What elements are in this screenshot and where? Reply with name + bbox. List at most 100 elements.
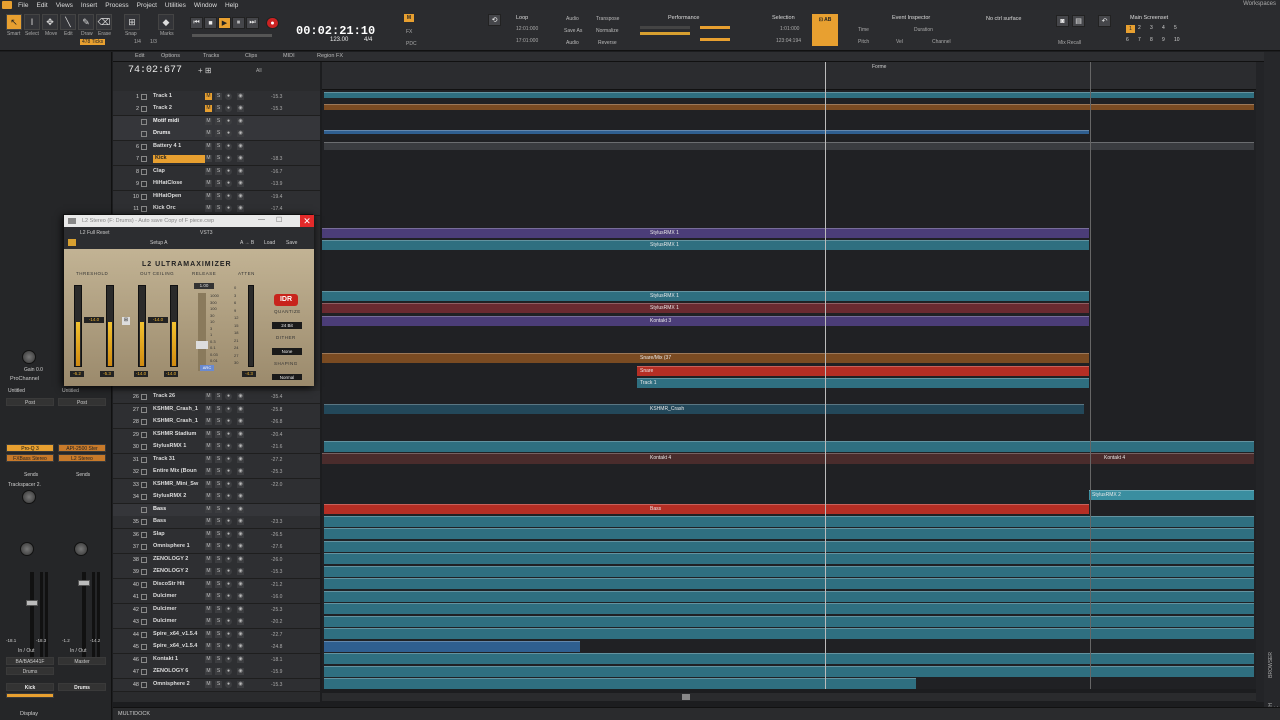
record-arm-button[interactable]: ● xyxy=(225,543,232,550)
screenset-9[interactable]: 9 xyxy=(1162,37,1165,43)
control-surface-dropdown[interactable]: No ctrl surface xyxy=(986,16,1021,22)
release-slider-track[interactable] xyxy=(198,293,206,371)
add-track-icon[interactable]: + ⊞ xyxy=(198,66,218,75)
solo-button[interactable]: S xyxy=(215,656,222,663)
fx-label[interactable]: FX xyxy=(406,29,412,35)
edit-tool-icon[interactable]: ╲ xyxy=(60,14,76,30)
ticks-badge[interactable]: 478 Ticks xyxy=(80,39,106,45)
input-echo-button[interactable]: ◉ xyxy=(237,593,244,600)
input-echo-button[interactable]: ◉ xyxy=(237,155,244,162)
tv-menu-region-fx[interactable]: Region FX xyxy=(317,53,343,59)
track-volume[interactable]: -26.8 xyxy=(271,419,282,425)
save-button[interactable]: Save xyxy=(286,240,297,246)
clip-omnisphere-2[interactable] xyxy=(324,678,916,689)
track-row[interactable]: Bass M S ● ◉ xyxy=(113,504,320,517)
mute-button[interactable]: M xyxy=(205,443,212,450)
midi-monitor-button[interactable]: M xyxy=(404,14,414,22)
menu-utilities[interactable]: Utilities xyxy=(161,2,190,9)
track-name[interactable]: ZENOLOGY 2 xyxy=(153,556,205,564)
track-volume[interactable]: -15.3 xyxy=(271,94,282,100)
input-select[interactable]: BA/BA5441F xyxy=(6,657,54,665)
normalize-button[interactable]: Normalize xyxy=(596,28,619,34)
solo-button[interactable]: S xyxy=(215,618,222,625)
mute-button[interactable]: M xyxy=(205,456,212,463)
track-name[interactable]: Dulcimer xyxy=(153,618,205,626)
screenset-4[interactable]: 4 xyxy=(1162,25,1165,31)
record-arm-button[interactable]: ● xyxy=(225,668,232,675)
pan-knob-1[interactable] xyxy=(20,542,34,556)
solo-button[interactable]: S xyxy=(215,443,222,450)
record-arm-button[interactable]: ● xyxy=(225,180,232,187)
workspaces-dropdown[interactable]: Workspaces xyxy=(1243,1,1276,7)
track-name[interactable]: ZENOLOGY 6 xyxy=(153,668,205,676)
track-name[interactable]: StylusRMX 1 xyxy=(153,443,205,451)
input-echo-button[interactable]: ◉ xyxy=(237,606,244,613)
clip-stylus-3[interactable]: StylusRMX 1 xyxy=(322,291,1089,301)
horizontal-scrollbar[interactable] xyxy=(322,693,1256,701)
clip-track-1b[interactable]: Track 1 xyxy=(637,378,1089,388)
solo-button[interactable]: S xyxy=(215,418,222,425)
clip-omnisphere-1[interactable] xyxy=(324,541,1254,552)
track-row[interactable]: 31 Track 31 M S ● ◉ -27.2 xyxy=(113,454,320,467)
solo-button[interactable]: S xyxy=(215,606,222,613)
fx-api-2500[interactable]: API-2500 Ster xyxy=(58,444,106,452)
record-arm-button[interactable]: ● xyxy=(225,443,232,450)
move-tool-icon[interactable]: ✥ xyxy=(42,14,58,30)
input-echo-button[interactable]: ◉ xyxy=(237,431,244,438)
input-echo-button[interactable]: ◉ xyxy=(237,168,244,175)
tv-menu-midi[interactable]: MIDI xyxy=(283,53,295,59)
track-volume[interactable]: -19.4 xyxy=(271,194,282,200)
fader-1[interactable] xyxy=(26,600,38,606)
track-volume[interactable]: -15.9 xyxy=(271,669,282,675)
track-volume[interactable]: -15.3 xyxy=(271,106,282,112)
track-volume[interactable]: -18.1 xyxy=(271,657,282,663)
erase-tool-icon[interactable]: ⌫ xyxy=(96,14,112,30)
smart-tool-icon[interactable]: ↖ xyxy=(6,14,22,30)
track-name[interactable]: Slap xyxy=(153,531,205,539)
solo-button[interactable]: S xyxy=(215,406,222,413)
solo-button[interactable]: S xyxy=(215,543,222,550)
clip-stylusrmx-1[interactable] xyxy=(324,441,1254,452)
track-row[interactable]: 41 Dulcimer M S ● ◉ -16.0 xyxy=(113,591,320,604)
input-echo-button[interactable]: ◉ xyxy=(237,556,244,563)
mix-recall-dropdown[interactable]: Mix Recall xyxy=(1058,40,1081,46)
mute-button[interactable]: M xyxy=(205,668,212,675)
output-drums[interactable]: Drums xyxy=(6,667,54,675)
track-row[interactable]: 27 KSHMR_Crash_1 M S ● ◉ -25.8 xyxy=(113,404,320,417)
pdc-label[interactable]: PDC xyxy=(406,41,417,47)
track-row[interactable]: 35 Bass M S ● ◉ -23.3 xyxy=(113,516,320,529)
send-level-knob[interactable] xyxy=(22,490,36,504)
solo-button[interactable]: S xyxy=(215,130,222,137)
minimize-icon[interactable]: — xyxy=(258,216,265,223)
display-tab[interactable]: Display xyxy=(20,711,38,717)
record-arm-button[interactable]: ● xyxy=(225,155,232,162)
clip-zenology-6[interactable] xyxy=(324,666,1254,677)
clip-kontakt-3[interactable]: Kontakt 3 xyxy=(322,316,1089,326)
track-row[interactable]: 46 Kontakt 1 M S ● ◉ -18.1 xyxy=(113,654,320,667)
track-volume[interactable]: -15.3 xyxy=(271,682,282,688)
a-to-b-button[interactable]: A → B xyxy=(240,240,254,246)
input-echo-button[interactable]: ◉ xyxy=(237,618,244,625)
track-row[interactable]: 28 KSHMR_Crash_1 M S ● ◉ -26.8 xyxy=(113,416,320,429)
screenset-8[interactable]: 8 xyxy=(1150,37,1153,43)
track-volume[interactable]: -25.3 xyxy=(271,469,282,475)
record-arm-button[interactable]: ● xyxy=(225,556,232,563)
clip-battery[interactable] xyxy=(324,142,1254,150)
record-arm-button[interactable]: ● xyxy=(225,418,232,425)
rewind-icon[interactable]: ⏮ xyxy=(190,17,203,29)
track-row[interactable]: 7 Kick M S ● ◉ -18.3 xyxy=(113,153,320,166)
track-volume[interactable]: -23.3 xyxy=(271,519,282,525)
clip-drums-folder[interactable] xyxy=(324,130,1089,134)
menu-project[interactable]: Project xyxy=(133,2,161,9)
solo-button[interactable]: S xyxy=(215,205,222,212)
track-row[interactable]: 29 KSHMR Stadium M S ● ◉ -20.4 xyxy=(113,429,320,442)
record-arm-button[interactable]: ● xyxy=(225,93,232,100)
mute-button[interactable]: M xyxy=(205,643,212,650)
clip-discostr[interactable] xyxy=(324,578,1254,589)
input-echo-button[interactable]: ◉ xyxy=(237,493,244,500)
track-volume[interactable]: -16.0 xyxy=(271,594,282,600)
marks-icon[interactable]: ◆ xyxy=(158,14,174,30)
track-name[interactable]: Omnisphere 1 xyxy=(153,543,205,551)
record-arm-button[interactable]: ● xyxy=(225,193,232,200)
input-echo-button[interactable]: ◉ xyxy=(237,443,244,450)
